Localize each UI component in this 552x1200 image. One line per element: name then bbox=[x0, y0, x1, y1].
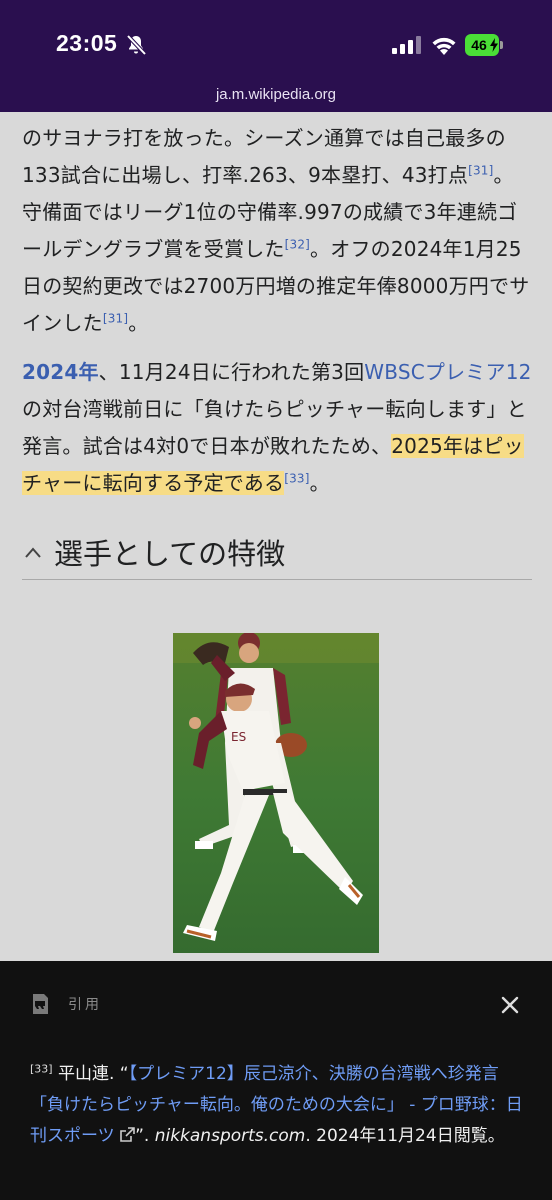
close-icon[interactable] bbox=[494, 989, 526, 1021]
bell-off-icon bbox=[126, 34, 147, 56]
citation-sheet: 引用 [33] 平山連. “【プレミア12】辰己涼介、決勝の台湾戦へ珍発言「負け… bbox=[0, 961, 552, 1200]
citation-number: [33] bbox=[30, 1062, 53, 1076]
battery-tip bbox=[500, 41, 503, 49]
battery-icon: 46 bbox=[465, 34, 503, 56]
citation-text: [33] 平山連. “【プレミア12】辰己涼介、決勝の台湾戦へ珍発言「負けたらピ… bbox=[30, 1062, 523, 1146]
cell-signal-icon bbox=[392, 36, 421, 54]
quote-icon bbox=[33, 994, 48, 1014]
article-content: のサヨナラ打を放った。シーズン通算では自己最多の133試合に出場し、打率.263… bbox=[22, 112, 532, 953]
baseball-player-image: ES bbox=[173, 633, 379, 953]
citation-author: 平山連. “ bbox=[58, 1064, 129, 1084]
citation-accessed: . 2024年11月24日閲覧。 bbox=[305, 1126, 505, 1146]
reference-link[interactable]: [32] bbox=[285, 237, 310, 251]
section-heading[interactable]: 選手としての特徴 bbox=[22, 532, 532, 580]
external-link-icon bbox=[120, 1127, 135, 1142]
reference-link[interactable]: [33] bbox=[284, 471, 309, 485]
reference-link[interactable]: [31] bbox=[103, 311, 128, 325]
svg-text:ES: ES bbox=[231, 730, 246, 744]
reference-link[interactable]: [31] bbox=[468, 163, 493, 177]
status-time: 23:05 bbox=[56, 30, 118, 56]
paragraph: のサヨナラ打を放った。シーズン通算では自己最多の133試合に出場し、打率.263… bbox=[22, 126, 530, 335]
status-bar: 23:05 46 ja.m.wikipedia.org bbox=[0, 0, 552, 112]
wifi-icon bbox=[432, 37, 456, 55]
chevron-up-icon[interactable] bbox=[22, 542, 44, 564]
wbsc-premier12-link[interactable]: WBSCプレミア12 bbox=[364, 360, 531, 384]
paragraph: 2024年、11月24日に行われた第3回WBSCプレミア12の対台湾戦前日に「負… bbox=[22, 360, 532, 495]
section-title: 選手としての特徴 bbox=[54, 536, 286, 571]
citation-site: nikkansports.com bbox=[154, 1126, 306, 1146]
charging-bolt-icon bbox=[490, 38, 498, 52]
url-bar[interactable]: ja.m.wikipedia.org bbox=[0, 86, 552, 103]
screen: 23:05 46 ja.m.wikipedia.org のサヨナラ打を放った。シ… bbox=[0, 0, 552, 1200]
year-link[interactable]: 2024年 bbox=[22, 360, 99, 384]
player-photo[interactable]: ES bbox=[173, 633, 379, 953]
citation-label: 引用 bbox=[68, 997, 102, 1013]
